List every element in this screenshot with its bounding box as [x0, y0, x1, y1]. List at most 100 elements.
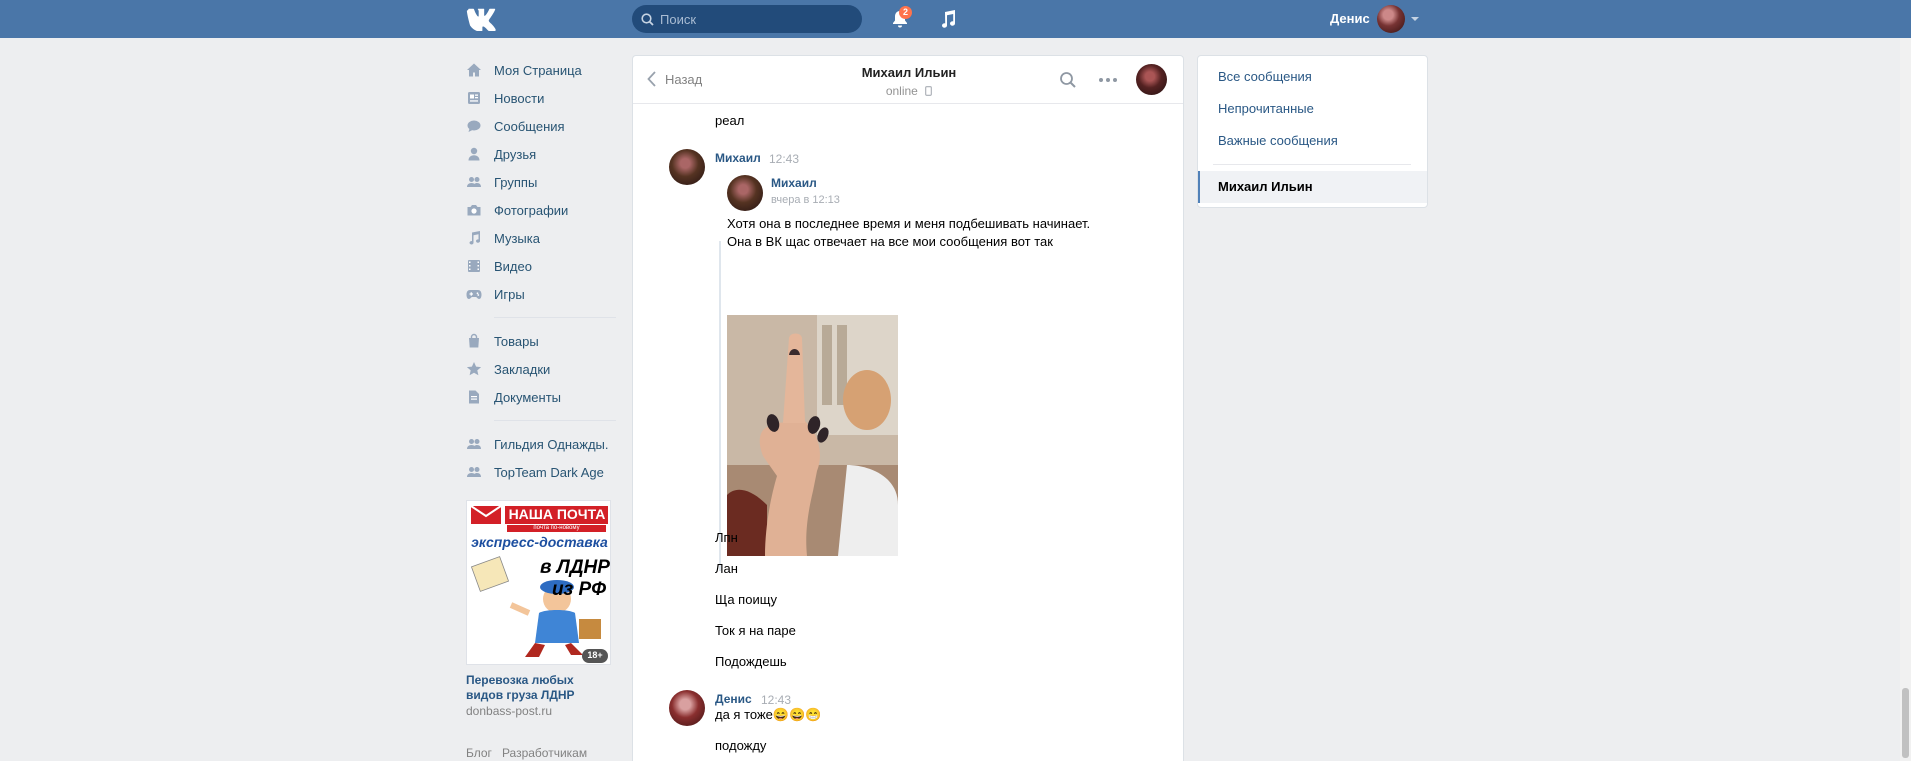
more-options-icon[interactable] [1098, 71, 1118, 89]
sidebar-item-bookmarks[interactable]: Закладки [466, 355, 616, 383]
message-author-avatar[interactable] [669, 690, 705, 726]
sidebar-item-goods[interactable]: Товары [466, 327, 616, 355]
message-author-avatar[interactable] [669, 149, 705, 185]
ad-title[interactable]: Перевозка любых видов груза ЛДНР [466, 673, 611, 703]
message-author[interactable]: Михаил [715, 151, 761, 165]
forwarded-text: Хотя она в последнее время и меня подбеш… [727, 216, 1091, 231]
hand-photo-image [727, 315, 898, 556]
current-user-avatar[interactable] [1377, 5, 1405, 33]
message-text: подожду [715, 738, 767, 753]
home-icon [467, 63, 481, 77]
ad-image[interactable]: НАША ПОЧТА почта по-новому экспресс-дост… [466, 500, 611, 665]
sidebar-item-label: Сообщения [494, 118, 565, 134]
current-user-name[interactable]: Денис [1330, 11, 1370, 26]
vk-logo-icon[interactable] [466, 7, 500, 31]
active-conversation[interactable]: Михаил Ильин [1198, 171, 1427, 203]
search-input[interactable] [660, 11, 840, 27]
message-text: Ток я на паре [715, 623, 796, 638]
music-player-icon[interactable] [937, 8, 959, 30]
sidebar-item-label: Гильдия Однажды. [494, 436, 609, 452]
ad-line3: из РФ [551, 579, 607, 600]
footer-links: Блог Разработчикам [466, 746, 587, 760]
sidebar-item-label: Новости [494, 90, 545, 106]
video-icon [468, 260, 480, 272]
notifications-count-badge: 2 [899, 6, 912, 19]
sidebar-item-groups[interactable]: Группы [466, 168, 616, 196]
footer-link-blog[interactable]: Блог [466, 746, 492, 760]
ad-tagline: почта по-новому [533, 525, 580, 531]
friends-icon [468, 147, 480, 161]
chat-partner-avatar[interactable] [1136, 64, 1167, 95]
footer-link-developers[interactable]: Разработчикам [502, 746, 587, 760]
music-icon [469, 231, 481, 245]
message-time: 12:43 [761, 693, 792, 707]
messages-icon [467, 120, 481, 132]
top-bar: 2 Денис [0, 0, 1911, 38]
chat-panel: Назад Михаил Ильин online реал Михаил 12… [632, 55, 1184, 761]
sidebar-item-label: Группы [494, 174, 538, 190]
sidebar-item-label: Друзья [494, 146, 537, 162]
sidebar-item-documents[interactable]: Документы [466, 383, 616, 411]
document-icon [469, 390, 479, 404]
messages-filter-panel: Все сообщения Непрочитанные Важные сообщ… [1197, 55, 1428, 208]
sidebar-item-label: Документы [494, 389, 562, 405]
sidebar-item-label: Фотографии [494, 202, 569, 218]
age-badge: 18+ [587, 650, 603, 660]
ad-brand: НАША ПОЧТА [508, 506, 606, 522]
search-box[interactable] [632, 5, 862, 33]
sidebar-divider [494, 317, 616, 318]
search-icon[interactable] [1059, 71, 1077, 89]
sidebar-item-games[interactable]: Игры [466, 280, 616, 308]
sidebar-item-label: Видео [494, 258, 532, 274]
message-text: Подождешь [715, 654, 787, 669]
ad-url[interactable]: donbass-post.ru [466, 704, 611, 718]
message-time: 12:43 [769, 152, 800, 166]
sidebar-item-label: TopTeam Dark Age [494, 464, 604, 480]
forwarded-text: Она в ВК щас отвечает на все мои сообщен… [727, 234, 1053, 249]
sidebar-item-messages[interactable]: Сообщения [466, 112, 616, 140]
forwarded-message-bar [719, 241, 721, 571]
mobile-icon [925, 86, 933, 96]
sidebar-item-photos[interactable]: Фотографии [466, 196, 616, 224]
group-icon [467, 439, 481, 449]
message-text: да я тоже😄😄😁 [715, 707, 822, 722]
scrollbar-thumb[interactable] [1902, 688, 1909, 758]
bag-icon [469, 333, 479, 348]
page-scrollbar[interactable] [1900, 38, 1911, 761]
sidebar-item-news[interactable]: Новости [466, 84, 616, 112]
star-icon [466, 362, 482, 376]
sidebar-ad[interactable]: НАША ПОЧТА почта по-новому экспресс-дост… [466, 500, 611, 718]
search-icon [641, 12, 654, 26]
sidebar-item-friends[interactable]: Друзья [466, 140, 616, 168]
sidebar-divider [494, 420, 616, 421]
sidebar-item-music[interactable]: Музыка [466, 224, 616, 252]
sidebar-item-video[interactable]: Видео [466, 252, 616, 280]
chevron-down-icon[interactable] [1411, 17, 1419, 21]
filter-important[interactable]: Важные сообщения [1218, 133, 1338, 148]
filter-all-messages[interactable]: Все сообщения [1218, 69, 1312, 84]
sidebar-item-label: Товары [494, 333, 539, 349]
message-text: реал [715, 113, 745, 128]
left-sidebar: Моя Страница Новости Сообщения Друзья Гр… [466, 56, 616, 486]
chat-header: Назад Михаил Ильин online [633, 56, 1183, 104]
message-text: Лан [715, 561, 738, 576]
message-text: Ща поищу [715, 592, 778, 607]
ad-line2: в ЛДНР [540, 557, 610, 578]
message-author[interactable]: Денис [715, 692, 752, 706]
sidebar-item-group-topteam[interactable]: TopTeam Dark Age [466, 458, 616, 486]
news-icon [468, 92, 480, 104]
online-status: online [885, 84, 918, 98]
filter-unread[interactable]: Непрочитанные [1218, 101, 1314, 116]
message-text: Лпн [715, 530, 738, 545]
group-icon [467, 467, 481, 477]
forwarded-time: вчера в 12:13 [771, 194, 840, 206]
groups-icon [467, 177, 481, 187]
forwarded-author-avatar[interactable] [727, 175, 763, 211]
sidebar-item-group-guild[interactable]: Гильдия Однажды. [466, 430, 616, 458]
forwarded-author[interactable]: Михаил [771, 176, 817, 190]
gamepad-icon [466, 290, 482, 299]
sidebar-item-my-page[interactable]: Моя Страница [466, 56, 616, 84]
sidebar-item-label: Игры [494, 286, 525, 302]
attached-photo[interactable] [727, 315, 898, 556]
active-conversation-label: Михаил Ильин [1218, 179, 1313, 194]
